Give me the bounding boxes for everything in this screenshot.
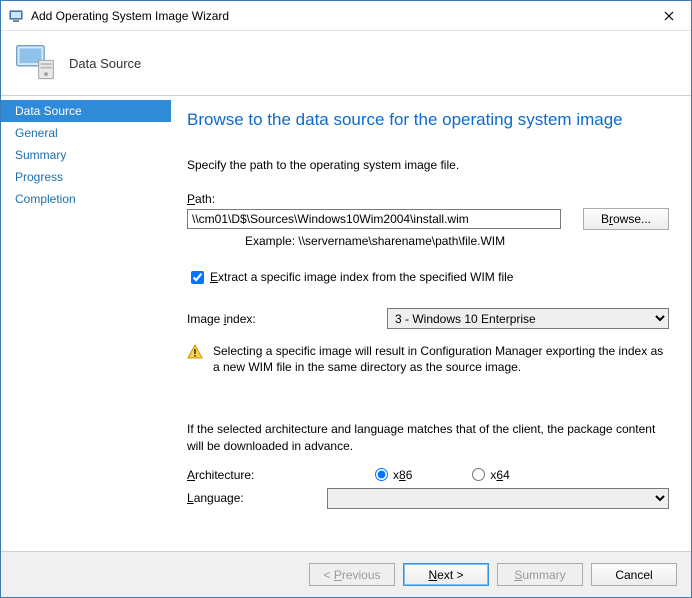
arch-x64-radio[interactable] xyxy=(472,468,485,481)
wizard-body: Data Source General Summary Progress Com… xyxy=(1,96,691,551)
window-title: Add Operating System Image Wizard xyxy=(31,9,646,23)
image-index-row: Image index: 3 - Windows 10 Enterprise xyxy=(187,308,669,329)
path-row: Browse... xyxy=(187,208,669,230)
summary-button: Summary xyxy=(497,563,583,586)
next-button[interactable]: Next > xyxy=(403,563,489,586)
sidebar-item-completion[interactable]: Completion xyxy=(1,188,171,210)
path-example: Example: \\servername\sharename\path\fil… xyxy=(245,234,669,248)
browse-button[interactable]: Browse... xyxy=(583,208,669,230)
sidebar-item-data-source[interactable]: Data Source xyxy=(1,100,171,122)
language-label: Language: xyxy=(187,491,317,505)
close-button[interactable] xyxy=(646,1,691,31)
sidebar-item-summary[interactable]: Summary xyxy=(1,144,171,166)
warning-row: Selecting a specific image will result i… xyxy=(187,343,669,375)
app-icon xyxy=(9,8,25,24)
architecture-radio-group: x86 x64 xyxy=(327,468,510,482)
cancel-button[interactable]: Cancel xyxy=(591,563,677,586)
computer-icon xyxy=(13,42,57,84)
extract-checkbox-label: Extract a specific image index from the … xyxy=(210,270,513,284)
arch-x86-option[interactable]: x86 xyxy=(375,468,412,482)
arch-x64-label: x64 xyxy=(490,468,509,482)
language-row: Language: xyxy=(187,488,669,509)
extract-checkbox-row[interactable]: Extract a specific image index from the … xyxy=(187,270,669,284)
extract-checkbox[interactable] xyxy=(191,271,204,284)
image-index-label: Image index: xyxy=(187,312,377,326)
sidebar-item-general[interactable]: General xyxy=(1,122,171,144)
page-title: Data Source xyxy=(69,56,141,71)
arch-x64-option[interactable]: x64 xyxy=(472,468,509,482)
language-select[interactable] xyxy=(327,488,669,509)
architecture-row: Architecture: x86 x64 xyxy=(187,468,669,482)
titlebar: Add Operating System Image Wizard xyxy=(1,1,691,31)
path-label: Path: xyxy=(187,192,669,206)
arch-x86-label: x86 xyxy=(393,468,412,482)
architecture-label: Architecture: xyxy=(187,468,317,482)
main-panel: Browse to the data source for the operat… xyxy=(171,96,691,551)
instruction-text: Specify the path to the operating system… xyxy=(187,158,669,172)
main-heading: Browse to the data source for the operat… xyxy=(187,110,669,130)
wizard-window: Add Operating System Image Wizard Data S… xyxy=(0,0,692,598)
image-index-select[interactable]: 3 - Windows 10 Enterprise xyxy=(387,308,669,329)
wizard-header: Data Source xyxy=(1,31,691,96)
sidebar-item-progress[interactable]: Progress xyxy=(1,166,171,188)
warning-text: Selecting a specific image will result i… xyxy=(213,343,669,375)
warning-icon xyxy=(187,344,203,360)
previous-button: < Previous xyxy=(309,563,395,586)
wizard-footer: < Previous Next > Summary Cancel xyxy=(1,551,691,597)
advance-text: If the selected architecture and languag… xyxy=(187,421,669,453)
arch-x86-radio[interactable] xyxy=(375,468,388,481)
sidebar: Data Source General Summary Progress Com… xyxy=(1,96,171,551)
path-input[interactable] xyxy=(187,209,561,229)
